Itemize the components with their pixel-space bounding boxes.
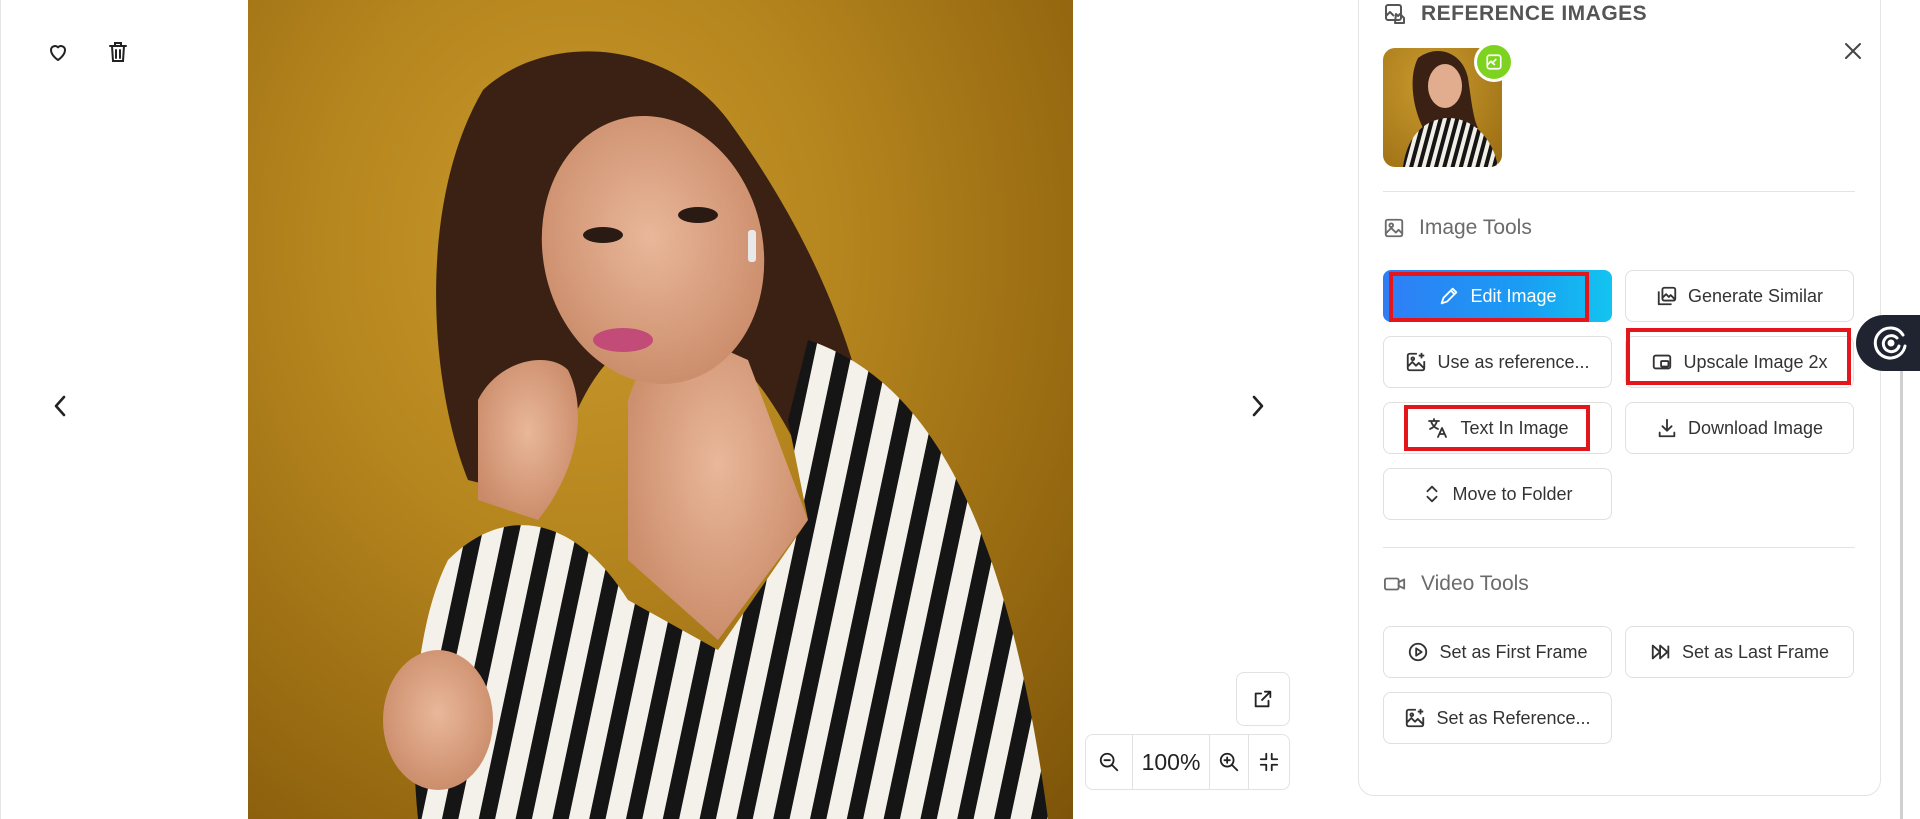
download-icon	[1658, 418, 1676, 438]
set-first-frame-label: Set as First Frame	[1439, 641, 1588, 662]
image-plus-icon	[1406, 708, 1425, 728]
skip-forward-icon	[1651, 644, 1670, 660]
set-last-frame-button[interactable]: Set as Last Frame	[1625, 626, 1854, 678]
divider	[1383, 191, 1855, 192]
image-edit-icon	[1486, 54, 1502, 70]
chevrons-up-down-icon	[1426, 485, 1438, 503]
set-as-reference-button[interactable]: Set as Reference...	[1383, 692, 1612, 744]
reference-images-title: REFERENCE IMAGES	[1421, 2, 1648, 25]
zoom-controls: 100%	[1085, 734, 1290, 790]
text-in-image-label: Text In Image	[1460, 417, 1569, 438]
download-image-button[interactable]: Download Image	[1625, 402, 1854, 454]
image-tools-header: Image Tools	[1383, 216, 1532, 240]
reference-image-icon	[1385, 4, 1405, 24]
zoom-level: 100%	[1133, 735, 1210, 789]
zoom-in-icon	[1219, 752, 1239, 772]
move-to-folder-button[interactable]: Move to Folder	[1383, 468, 1612, 520]
assistant-button[interactable]	[1856, 315, 1920, 371]
pencil-icon	[1441, 287, 1458, 305]
delete-button[interactable]	[104, 38, 132, 66]
zoom-out-button[interactable]	[1086, 735, 1133, 789]
set-first-frame-button[interactable]: Set as First Frame	[1383, 626, 1612, 678]
image-icon	[1384, 218, 1404, 238]
minimize-icon	[1259, 752, 1279, 772]
upscale-icon	[1653, 354, 1672, 370]
chevron-right-icon	[1252, 395, 1264, 417]
generate-similar-label: Generate Similar	[1687, 285, 1824, 306]
close-panel-button[interactable]	[1838, 36, 1868, 66]
reference-badge[interactable]	[1474, 42, 1514, 82]
images-icon	[1657, 286, 1677, 306]
fit-screen-button[interactable]	[1249, 735, 1289, 789]
move-to-folder-label: Move to Folder	[1452, 483, 1573, 504]
close-icon	[1845, 43, 1861, 59]
reference-images-header: REFERENCE IMAGES	[1383, 2, 1647, 26]
main-image	[248, 0, 1073, 819]
image-tools-title: Image Tools	[1419, 216, 1532, 239]
trash-icon	[109, 42, 127, 62]
upscale-image-button[interactable]: Upscale Image 2x	[1625, 336, 1854, 388]
edit-image-button[interactable]: Edit Image	[1383, 270, 1612, 322]
assistant-logo-icon	[1873, 326, 1907, 360]
video-tools-title: Video Tools	[1421, 572, 1529, 595]
text-in-image-button[interactable]: Text In Image	[1383, 402, 1612, 454]
scrollbar[interactable]	[1900, 350, 1903, 819]
video-camera-icon	[1383, 577, 1406, 591]
heart-icon	[50, 45, 66, 61]
favorite-button[interactable]	[44, 38, 72, 66]
use-as-reference-button[interactable]: Use as reference...	[1383, 336, 1612, 388]
set-as-reference-label: Set as Reference...	[1436, 707, 1591, 728]
play-circle-icon	[1409, 642, 1428, 662]
previous-image-button[interactable]	[46, 390, 74, 422]
chevron-left-icon	[54, 395, 66, 417]
download-image-label: Download Image	[1687, 417, 1824, 438]
external-link-icon	[1254, 690, 1272, 708]
translate-icon	[1428, 418, 1448, 438]
next-image-button[interactable]	[1244, 390, 1272, 422]
generate-similar-button[interactable]: Generate Similar	[1625, 270, 1854, 322]
edit-image-label: Edit Image	[1470, 285, 1557, 306]
zoom-in-button[interactable]	[1210, 735, 1249, 789]
video-tools-header: Video Tools	[1383, 572, 1529, 596]
zoom-out-icon	[1099, 752, 1119, 772]
upscale-image-label: Upscale Image 2x	[1683, 351, 1828, 372]
open-external-button[interactable]	[1236, 672, 1290, 726]
set-last-frame-label: Set as Last Frame	[1681, 641, 1830, 662]
window-left-border	[0, 0, 1, 819]
image-plus-icon	[1407, 352, 1426, 372]
use-as-reference-label: Use as reference...	[1437, 351, 1590, 372]
divider	[1383, 547, 1855, 548]
